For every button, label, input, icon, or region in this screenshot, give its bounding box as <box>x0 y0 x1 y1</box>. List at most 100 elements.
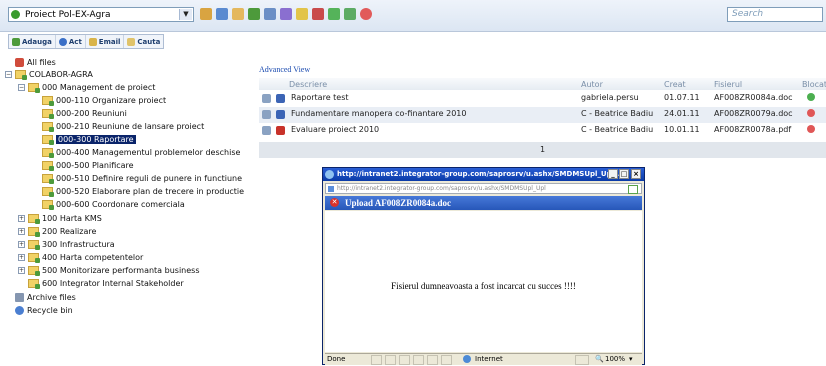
up-icon[interactable] <box>200 8 212 20</box>
tree-item-000-520[interactable]: 000-520 Elaborare plan de trecere in pro… <box>42 185 244 197</box>
status-segment <box>413 355 424 365</box>
pager[interactable]: 1 <box>259 142 826 158</box>
act-icon <box>58 37 67 46</box>
folder-icon <box>15 69 27 80</box>
word-doc-icon[interactable] <box>276 110 285 119</box>
maximize-button[interactable]: □ <box>619 169 629 179</box>
project-select[interactable]: Proiect Pol-EX-Agra ▼ <box>8 7 194 22</box>
tree-item-000[interactable]: − 000 Management de proiect <box>18 81 155 93</box>
status-segment <box>385 355 396 365</box>
zone-label: Internet <box>475 355 503 363</box>
tree-item-000-110[interactable]: 000-110 Organizare proiect <box>42 94 166 106</box>
tree-item-000-300[interactable]: 000-300 Raportare <box>42 133 136 145</box>
expand-toggle-icon[interactable]: + <box>18 253 25 261</box>
browser-icon <box>325 170 334 179</box>
popup-status-bar: Done Internet 🔍 100% ▾ <box>325 353 642 365</box>
tree-item-400[interactable]: +400 Harta competentelor <box>18 251 143 263</box>
chevron-down-icon[interactable]: ▼ <box>179 9 192 20</box>
export-icon[interactable] <box>344 8 356 20</box>
tree-icon[interactable] <box>216 8 228 20</box>
close-icon[interactable]: ✕ <box>330 198 339 207</box>
col-autor[interactable]: Autor <box>581 80 603 89</box>
project-select-value: Proiect Pol-EX-Agra <box>25 10 111 20</box>
collapse-toggle-icon[interactable]: − <box>18 83 25 91</box>
tree-item-000-500[interactable]: 000-500 Planificare <box>42 159 134 171</box>
folder-icon <box>42 186 54 197</box>
tree-item-000-210[interactable]: 000-210 Reuniune de lansare proiect <box>42 120 204 132</box>
tree-item-archive[interactable]: Archive files <box>15 291 76 303</box>
tree-item-300[interactable]: +300 Infrastructura <box>18 238 115 250</box>
tree-item-500[interactable]: +500 Monitorizare performanta business <box>18 264 200 276</box>
link-icon[interactable] <box>232 8 244 20</box>
search-input[interactable]: Search <box>727 7 823 22</box>
tree-item-000-400[interactable]: 000-400 Managementul problemelor deschis… <box>42 146 240 158</box>
status-segment <box>371 355 382 365</box>
table-row[interactable]: Fundamentare manopera co-finantare 2010 … <box>259 107 826 123</box>
tools-icon[interactable] <box>280 8 292 20</box>
table-row[interactable]: Raportare test gabriela.persu 01.07.11 A… <box>259 91 826 107</box>
history-icon[interactable] <box>262 110 271 119</box>
zoom-level[interactable]: 100% <box>605 355 625 363</box>
tree-item-colabor-agra[interactable]: − COLABOR-AGRA <box>5 68 93 80</box>
tree-item-000-200[interactable]: 000-200 Reuniuni <box>42 107 127 119</box>
expand-toggle-icon[interactable]: + <box>18 240 25 248</box>
upload-header: ✕ Upload AF008ZR0084a.doc <box>325 196 642 210</box>
report-icon[interactable] <box>312 8 324 20</box>
pdf-doc-icon[interactable] <box>276 126 285 135</box>
history-icon[interactable] <box>262 126 271 135</box>
find-icon[interactable] <box>296 8 308 20</box>
history-icon[interactable] <box>262 94 271 103</box>
tree-item-100[interactable]: +100 Harta KMS <box>18 212 102 224</box>
expand-toggle-icon[interactable]: + <box>18 266 25 274</box>
folder-icon <box>42 121 54 132</box>
adauga-button[interactable]: Adauga <box>9 35 56 48</box>
minimize-button[interactable]: _ <box>608 169 618 179</box>
action-toolbar: Adauga Act Email Cauta <box>8 34 165 49</box>
col-fisierul[interactable]: Fisierul <box>714 80 742 89</box>
protected-mode-icon[interactable] <box>575 355 589 365</box>
col-creat[interactable]: Creat <box>664 80 686 89</box>
tree-item-200[interactable]: +200 Realizare <box>18 225 96 237</box>
popup-title: http://intranet2.integrator-group.com/sa… <box>337 170 623 178</box>
act-button[interactable]: Act <box>56 35 86 48</box>
table-row[interactable]: Evaluare proiect 2010 C - Beatrice Badiu… <box>259 123 826 139</box>
move-icon[interactable] <box>248 8 260 20</box>
settings-icon[interactable] <box>360 8 372 20</box>
tree-item-recycle[interactable]: Recycle bin <box>15 304 73 316</box>
collapse-toggle-icon[interactable]: − <box>5 70 12 78</box>
expand-toggle-icon[interactable]: + <box>18 227 25 235</box>
expand-toggle-icon[interactable]: + <box>18 214 25 222</box>
zoom-dropdown-icon[interactable]: ▾ <box>629 355 633 363</box>
tree-item-000-600[interactable]: 000-600 Coordonare comerciala <box>42 198 185 210</box>
all-files-icon <box>15 57 24 67</box>
grid-icon[interactable] <box>264 8 276 20</box>
security-icon <box>628 185 638 194</box>
email-button[interactable]: Email <box>86 35 125 48</box>
col-descriere[interactable]: Descriere <box>289 80 327 89</box>
toolbar-icons <box>200 8 372 20</box>
advanced-view-link[interactable]: Advanced View <box>259 65 310 74</box>
word-doc-icon[interactable] <box>276 94 285 103</box>
folder-icon <box>28 226 40 237</box>
close-button[interactable]: × <box>631 169 641 179</box>
folder-icon <box>42 160 54 171</box>
tree-item-all-files[interactable]: All files <box>15 56 56 68</box>
email-icon <box>88 37 97 46</box>
popup-titlebar[interactable]: http://intranet2.integrator-group.com/sa… <box>323 168 644 181</box>
folder-icon <box>28 278 40 289</box>
folder-icon <box>28 239 40 250</box>
folder-icon <box>42 108 54 119</box>
locked-icon <box>807 109 815 117</box>
tree-item-600[interactable]: 600 Integrator Internal Stakeholder <box>28 277 184 289</box>
top-bar: Proiect Pol-EX-Agra ▼ Search <box>0 0 826 32</box>
archive-icon <box>15 292 24 302</box>
image-icon[interactable] <box>328 8 340 20</box>
address-bar[interactable]: http://intranet2.integrator-group.com/sa… <box>325 183 642 194</box>
cauta-button[interactable]: Cauta <box>124 35 163 48</box>
col-blocat[interactable]: Blocat <box>802 80 826 89</box>
tree-item-000-510[interactable]: 000-510 Definire reguli de punere in fun… <box>42 172 242 184</box>
project-check-icon <box>11 10 20 19</box>
status-segment <box>427 355 438 365</box>
folder-icon <box>28 265 40 276</box>
folder-icon <box>42 173 54 184</box>
